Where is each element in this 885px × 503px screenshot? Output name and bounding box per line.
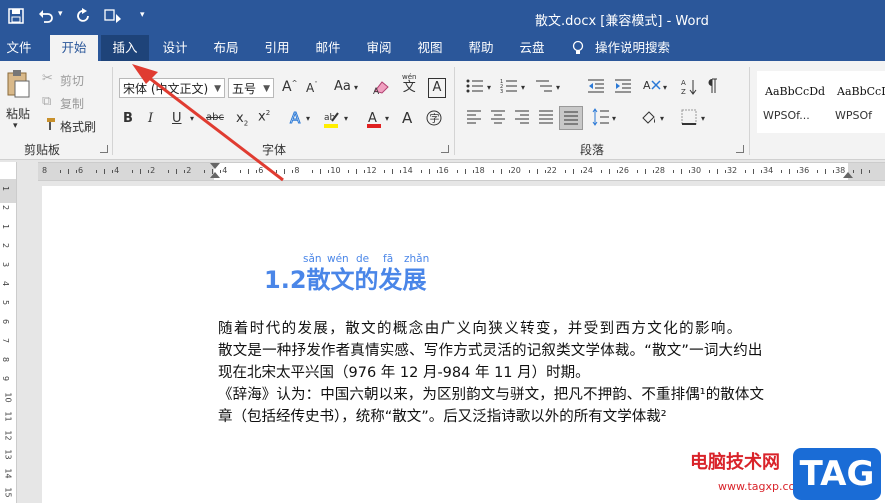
watermark-badge: TAG xyxy=(793,448,881,500)
annotation-arrow xyxy=(132,64,284,182)
watermark-site-name: 电脑技术网 xyxy=(690,452,780,473)
watermark: 电脑技术网 www.tagxp.com TAG xyxy=(690,448,885,503)
